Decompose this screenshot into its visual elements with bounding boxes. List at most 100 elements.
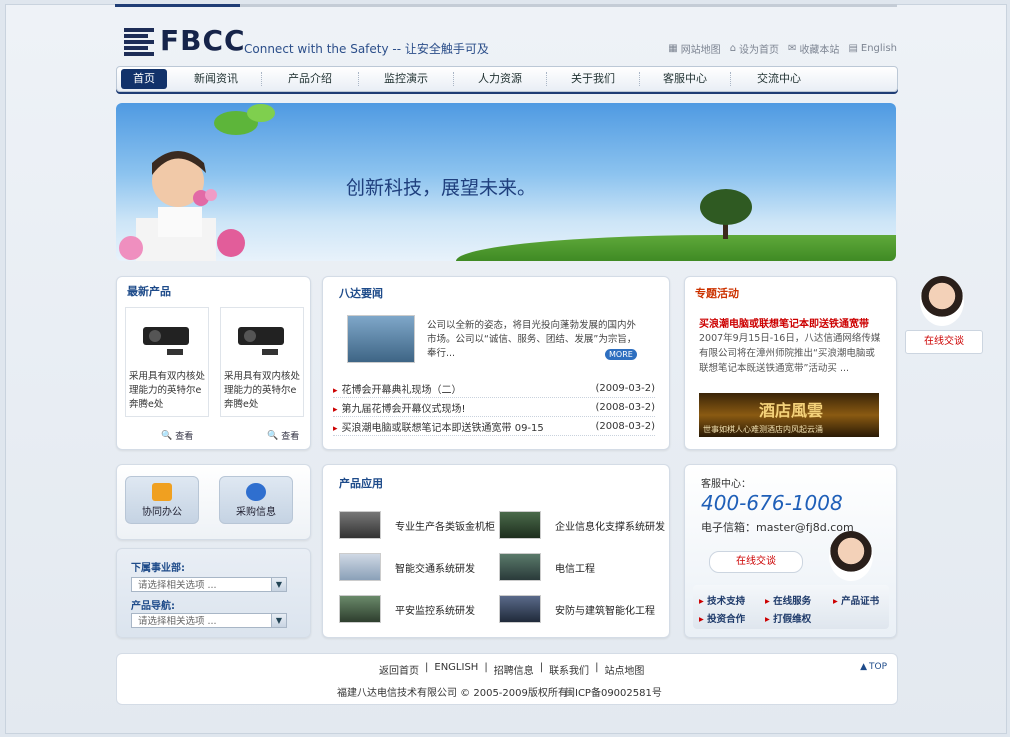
app-thumbnail: [339, 553, 381, 581]
online-chat-button[interactable]: 在线交谈: [709, 551, 803, 573]
product-card[interactable]: 采用具有双内核处理能力的英特尔e奔腾e处: [125, 307, 209, 417]
home-icon: ⌂: [729, 43, 737, 54]
nav-community[interactable]: 交流中心: [731, 72, 827, 86]
hero-banner: 创新科技，展望未来。: [116, 103, 896, 261]
app-item[interactable]: 电信工程: [499, 553, 595, 581]
news-item[interactable]: 买浪潮电脑或联想笔记本即送铁通宽带 09-15(2008-03-2): [333, 417, 655, 436]
logo-text: FBCC: [160, 24, 246, 57]
footer-links: 返回首页 | ENGLISH | 招聘信息 | 联系我们 | 站点地图: [379, 662, 645, 677]
app-thumbnail: [499, 553, 541, 581]
footer-icp: 闽ICP备09002581号: [565, 688, 662, 699]
view-link[interactable]: 🔍 查看: [161, 429, 193, 443]
bookmark-icon: ✉: [788, 43, 797, 54]
news-photo: [347, 315, 415, 363]
arrow-up-icon: ▲: [860, 662, 867, 672]
product-desc: 采用具有双内核处理能力的英特尔e奔腾e处: [129, 371, 206, 410]
briefcase-icon: [152, 483, 172, 501]
sitemap-icon: ▦: [668, 43, 678, 54]
office-collab-button[interactable]: 协同办公: [125, 476, 199, 524]
support-agent-avatar: [920, 276, 964, 326]
app-thumbnail: [339, 511, 381, 539]
nav-news[interactable]: 新闻资讯: [171, 72, 262, 86]
more-button[interactable]: MORE: [605, 349, 637, 360]
view-link[interactable]: 🔍 查看: [267, 429, 299, 443]
navigation-selects-panel: 下属事业部: 请选择相关选项 ... ▼ 产品导航: 请选择相关选项 ... ▼: [116, 548, 311, 638]
banner-headline: 创新科技，展望未来。: [346, 177, 537, 199]
footer-link-contact[interactable]: 联系我们: [549, 662, 589, 677]
service-email[interactable]: 电子信箱：master@fj8d.com: [701, 519, 854, 535]
app-item[interactable]: 安防与建筑智能化工程: [499, 595, 655, 623]
special-title: 专题活动: [695, 287, 739, 300]
service-link-tech-support[interactable]: ▸ 技术支持: [699, 593, 745, 607]
news-item[interactable]: 第九届花博会开幕仪式现场!(2008-03-2): [333, 398, 655, 417]
nav-products[interactable]: 产品介绍: [262, 72, 359, 86]
customer-service-panel: 客服中心： 400-676-1008 电子信箱：master@fj8d.com …: [684, 464, 897, 638]
app-item[interactable]: 专业生产各类钣金机柜: [339, 511, 495, 539]
girl-with-flower-illustration: [119, 104, 275, 261]
product-nav-select[interactable]: 请选择相关选项 ... ▼: [131, 613, 287, 628]
product-desc: 采用具有双内核处理能力的英特尔e奔腾e处: [224, 371, 301, 410]
footer-link-sitemap[interactable]: 站点地图: [604, 662, 644, 677]
ad-caption: 世事如棋人心难测酒店内风起云涌: [703, 425, 823, 434]
product-apps-panel: 产品应用 专业生产各类钣金机柜 企业信息化支撑系统研发 智能交通系统研发 电信工…: [322, 464, 670, 638]
main-nav: 首页 新闻资讯 产品介绍 监控演示 人力资源 关于我们 客服中心 交流中心: [116, 66, 898, 92]
nav-service[interactable]: 客服中心: [640, 72, 731, 86]
nav-home[interactable]: 首页: [121, 69, 167, 89]
top-link-set-home[interactable]: ⌂ 设为首页: [730, 41, 779, 56]
projector-image: [126, 308, 208, 370]
service-label: 客服中心：: [701, 479, 751, 490]
nav-hr[interactable]: 人力资源: [454, 72, 547, 86]
news-item[interactable]: 花博会开幕典礼现场（二）(2009-03-2): [333, 379, 655, 398]
support-agent-avatar: [829, 531, 873, 581]
site-footer: 返回首页 | ENGLISH | 招聘信息 | 联系我们 | 站点地图 ▲ TOP 福建八…: [116, 653, 898, 705]
online-chat-float-button[interactable]: 在线交谈: [905, 330, 983, 354]
app-item[interactable]: 企业信息化支撑系统研发: [499, 511, 665, 539]
chevron-down-icon: ▼: [271, 614, 286, 627]
footer-link-home[interactable]: 返回首页: [379, 662, 419, 677]
special-headline[interactable]: 买浪潮电脑或联想笔记本即送铁通宽带: [699, 315, 869, 330]
quick-buttons-panel: 协同办公 采购信息: [116, 464, 311, 540]
special-topic-panel: 专题活动 买浪潮电脑或联想笔记本即送铁通宽带 2007年9月15日-16日，八达…: [684, 276, 897, 450]
app-thumbnail: [339, 595, 381, 623]
service-link-online-service[interactable]: ▸ 在线服务: [765, 593, 811, 607]
top-link-english[interactable]: ▤ English: [848, 41, 897, 56]
ad-title: 酒店風雲: [759, 401, 824, 420]
hotel-ad-banner[interactable]: 酒店風雲 世事如棋人心难测酒店内风起云涌: [699, 393, 879, 437]
sub-division-label: 下属事业部:: [131, 563, 185, 574]
service-links: ▸ 技术支持 ▸ 在线服务 ▸ 产品证书 ▸ 投资合作 ▸ 打假维权: [693, 585, 889, 629]
purchase-info-button[interactable]: 采购信息: [219, 476, 293, 524]
site-logo[interactable]: FBCC: [124, 24, 246, 57]
product-nav-label: 产品导航:: [131, 601, 175, 612]
footer-link-jobs[interactable]: 招聘信息: [494, 662, 534, 677]
footer-copyright: 福建八达电信技术有限公司 © 2005-2009版权所有: [337, 688, 568, 699]
chevron-down-icon: ▼: [271, 578, 286, 591]
site-slogan: Connect with the Safety -- 让安全触手可及: [244, 42, 489, 56]
app-thumbnail: [499, 511, 541, 539]
service-phone: 400-676-1008: [701, 491, 843, 515]
nav-monitor-demo[interactable]: 监控演示: [359, 72, 454, 86]
footer-link-english[interactable]: ENGLISH: [434, 662, 478, 677]
back-to-top-link[interactable]: ▲ TOP: [860, 662, 887, 672]
app-item[interactable]: 智能交通系统研发: [339, 553, 475, 581]
banner-grass: [456, 235, 896, 261]
latest-products-title: 最新产品: [127, 285, 171, 298]
sub-division-select[interactable]: 请选择相关选项 ... ▼: [131, 577, 287, 592]
latest-products-panel: 最新产品 采用具有双内核处理能力的英特尔e奔腾e处 采用具有双内核处理能力的英特…: [116, 276, 311, 450]
service-link-investment[interactable]: ▸ 投资合作: [699, 611, 745, 625]
globe-icon: [246, 483, 266, 501]
page-icon: ▤: [848, 43, 858, 54]
top-utility-links: ▦ 网站地图 ⌂ 设为首页 ✉ 收藏本站 ▤ English: [668, 41, 897, 56]
projector-image: [221, 308, 303, 370]
app-thumbnail: [499, 595, 541, 623]
magnifier-icon: 🔍: [161, 430, 173, 441]
news-panel: 八达要闻 公司以全新的姿态，将目光投向蓬勃发展的国内外市场。公司以“诚信、服务、…: [322, 276, 670, 450]
nav-about[interactable]: 关于我们: [547, 72, 640, 86]
service-link-certificates[interactable]: ▸ 产品证书: [833, 593, 879, 607]
product-card[interactable]: 采用具有双内核处理能力的英特尔e奔腾e处: [220, 307, 304, 417]
app-item[interactable]: 平安监控系统研发: [339, 595, 475, 623]
top-link-sitemap[interactable]: ▦ 网站地图: [668, 41, 720, 56]
news-title: 八达要闻: [339, 287, 383, 300]
top-accent-line: [115, 4, 897, 7]
service-link-anti-counterfeit[interactable]: ▸ 打假维权: [765, 611, 811, 625]
top-link-bookmark[interactable]: ✉ 收藏本站: [788, 41, 839, 56]
